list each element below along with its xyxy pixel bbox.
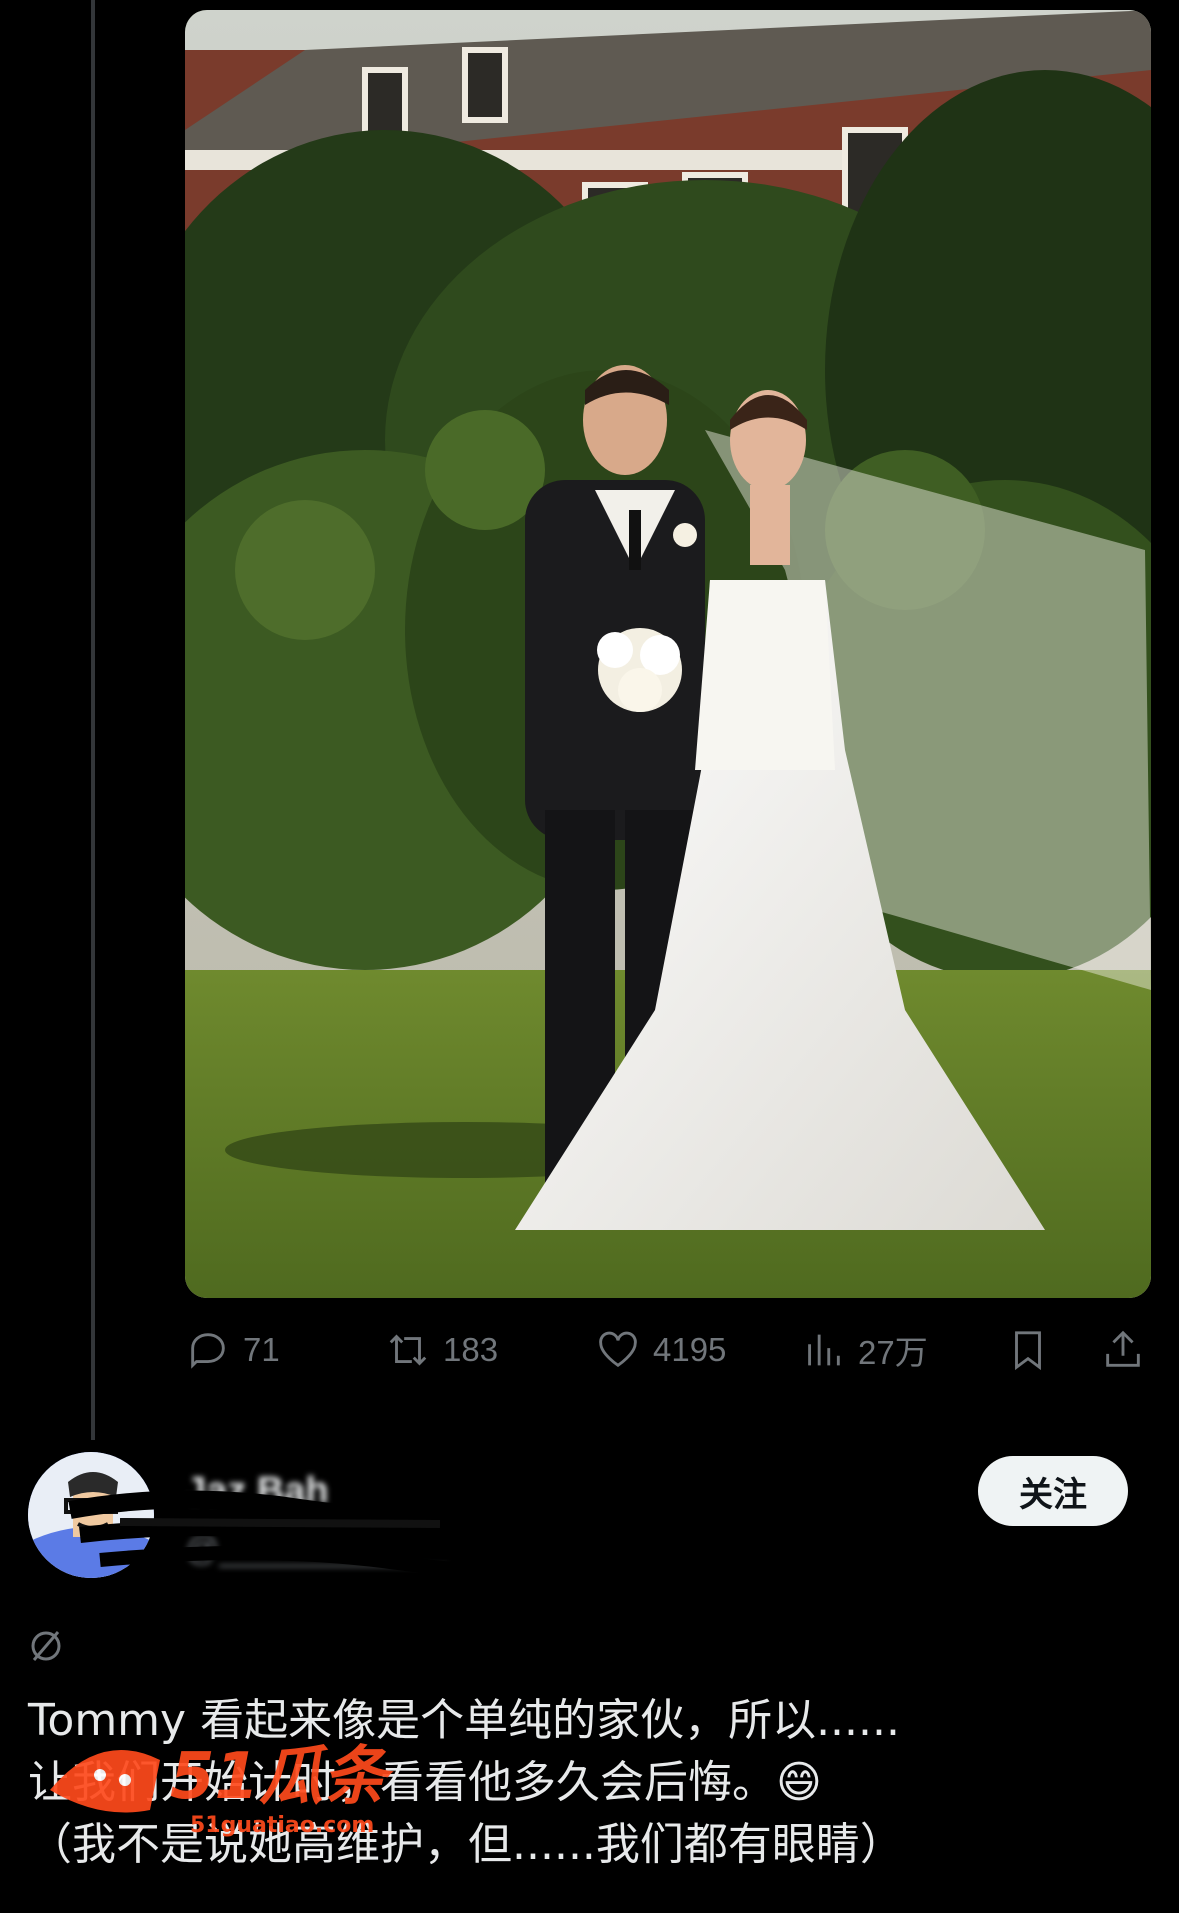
follow-button[interactable]: 关注 [978,1456,1128,1526]
translated-globe-icon [31,1631,61,1661]
site-watermark-logo: 51瓜条 51guatiao.com [50,1740,394,1838]
like-count: 4195 [653,1331,727,1368]
retweet-button[interactable]: 183 [385,1320,498,1380]
svg-text:51guatiao.com: 51guatiao.com [190,1813,374,1838]
share-button[interactable] [1100,1320,1146,1380]
reply-button[interactable]: 71 [185,1320,280,1380]
wedding-photo-image [185,10,1151,1298]
reply-icon [191,1333,225,1369]
svg-text:51瓜条: 51瓜条 [170,1740,394,1814]
reply-count: 71 [243,1331,280,1368]
retweet-icon [389,1334,427,1366]
wedding-photo[interactable] [185,10,1151,1298]
like-button[interactable]: 4195 [595,1320,726,1380]
share-icon [1106,1330,1140,1367]
bookmark-icon [1015,1331,1041,1371]
heart-icon [599,1331,637,1368]
views-count: 27万 [858,1334,928,1371]
views-chart-icon [808,1334,840,1366]
post-action-bar: 71 183 4195 27万 [185,1320,1151,1380]
views-button[interactable]: 27万 [800,1320,928,1380]
thread-connector-line [91,0,95,1440]
redaction-scribble-icon [68,1490,528,1577]
bookmark-button[interactable] [1005,1320,1051,1380]
retweet-count: 183 [443,1331,499,1368]
